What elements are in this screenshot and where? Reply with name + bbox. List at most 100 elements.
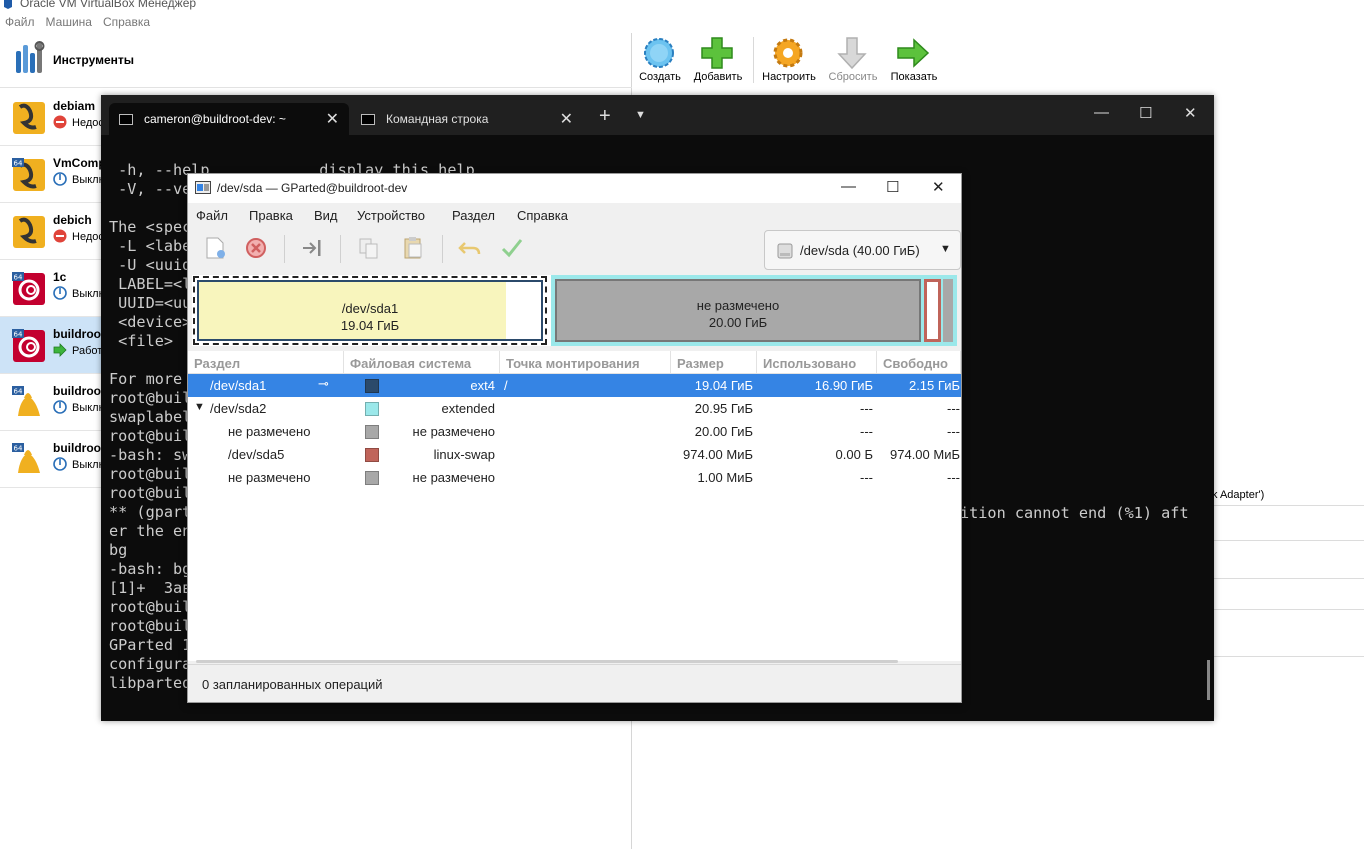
cell-size: 19.04 ГиБ — [694, 378, 753, 393]
linux-os-icon: 64 — [12, 443, 45, 476]
key-icon: ⊸ — [318, 376, 329, 391]
table-row[interactable]: ▼ /dev/sda2 extended 20.95 ГиБ --- --- — [188, 397, 961, 420]
device-selector[interactable]: /dev/sda (40.00 ГиБ) ▼ — [764, 230, 961, 270]
expander-icon[interactable]: ▼ — [194, 401, 205, 413]
partition-map-extended[interactable]: не размечено 20.00 ГиБ — [551, 275, 957, 346]
vm-name: buildroot — [53, 441, 105, 455]
svg-text:64: 64 — [14, 445, 23, 453]
menu-partition[interactable]: Раздел — [452, 208, 495, 223]
column-header-free[interactable]: Свободно — [877, 351, 961, 374]
cell-free: --- — [947, 424, 960, 439]
create-button[interactable]: Создать — [630, 33, 690, 88]
new-tab-icon[interactable]: + — [599, 105, 611, 128]
terminal-scrollbar[interactable] — [1207, 660, 1210, 700]
toolbar-separator — [340, 235, 341, 263]
show-arrow-icon — [897, 38, 930, 68]
console-icon — [361, 114, 375, 125]
reset-arrow-icon — [837, 37, 867, 70]
new-partition-icon[interactable] — [202, 235, 228, 261]
debian-os-icon — [13, 102, 45, 134]
horizontal-scrollbar[interactable] — [196, 660, 898, 663]
chevron-down-icon[interactable]: ▼ — [635, 109, 646, 121]
menu-view[interactable]: Вид — [314, 208, 338, 223]
paste-icon[interactable] — [400, 235, 426, 261]
filesystem-color-swatch — [365, 471, 379, 485]
table-row[interactable]: /dev/sda5 linux-swap 974.00 МиБ 0.00 Б 974.0… — [188, 443, 961, 466]
maximize-icon[interactable]: ☐ — [1139, 104, 1152, 122]
svg-text:64: 64 — [14, 331, 23, 339]
column-header-used[interactable]: Использовано — [757, 351, 877, 374]
vb-menu-machine[interactable]: Машина — [41, 13, 98, 33]
terminal-tab-cmd[interactable]: Командная строка ✕ — [351, 103, 583, 135]
svg-text:64: 64 — [14, 274, 23, 282]
powered-off-state-icon — [53, 286, 67, 300]
status-bar: 0 запланированных операций — [188, 664, 961, 702]
vm-name: buildroot — [53, 384, 105, 398]
vb-menu-help[interactable]: Справка — [98, 13, 156, 33]
svg-text:64: 64 — [14, 388, 23, 396]
close-tab-icon[interactable]: ✕ — [560, 109, 573, 129]
partition-map-sda1[interactable]: /dev/sda1 19.04 ГиБ — [193, 276, 547, 345]
powered-off-state-icon — [53, 457, 67, 471]
svg-text:64: 64 — [14, 160, 23, 168]
cell-filesystem: linux-swap — [433, 447, 495, 462]
menu-device[interactable]: Устройство — [357, 208, 425, 223]
terminal-output-right: ition cannot end (%1) aft — [960, 504, 1189, 522]
delete-partition-icon[interactable] — [243, 235, 269, 261]
add-button[interactable]: Добавить — [688, 33, 748, 88]
close-window-icon[interactable]: ✕ — [932, 178, 945, 196]
terminal-tab-ssh[interactable]: cameron@buildroot-dev: ~ ✕ — [109, 103, 349, 135]
table-row[interactable]: не размечено не размечено 20.00 ГиБ --- --- — [188, 420, 961, 443]
device-selector-label: /dev/sda (40.00 ГиБ) — [800, 243, 920, 258]
gparted-menu-bar: Файл Правка Вид Устройство Раздел Справк… — [188, 203, 961, 227]
cell-partition: /dev/sda2 — [210, 401, 267, 416]
filesystem-color-swatch — [365, 448, 379, 462]
vm-name: debich — [53, 213, 92, 227]
undo-icon[interactable] — [457, 235, 483, 261]
show-button[interactable]: Показать — [884, 33, 944, 88]
debian-swirl-os-icon: 64 — [12, 272, 45, 305]
close-tab-icon[interactable]: ✕ — [326, 109, 339, 129]
menu-edit[interactable]: Правка — [249, 208, 293, 223]
debian-swirl-os-icon: 64 — [12, 329, 45, 362]
cell-free: 974.00 МиБ — [890, 447, 960, 462]
settings-button[interactable]: Настроить — [759, 33, 819, 88]
settings-gear-icon — [773, 38, 803, 68]
menu-help[interactable]: Справка — [517, 208, 568, 223]
partition-map: /dev/sda1 19.04 ГиБ не размечено 20.00 Г… — [192, 275, 957, 346]
close-window-icon[interactable]: ✕ — [1184, 104, 1197, 122]
vm-name: VmComp — [53, 156, 106, 170]
apply-check-icon[interactable] — [499, 235, 525, 261]
cell-free: 2.15 ГиБ — [908, 378, 960, 393]
table-row[interactable]: не размечено не размечено 1.00 МиБ --- --- — [188, 466, 961, 489]
cell-used: --- — [860, 424, 873, 439]
cell-free: --- — [947, 470, 960, 485]
partition-map-swap[interactable] — [924, 279, 941, 342]
column-header-filesystem[interactable]: Файловая система — [344, 351, 500, 374]
vb-menu-file[interactable]: Файл — [0, 13, 41, 33]
table-row[interactable]: /dev/sda1 ⊸ ext4 / 19.04 ГиБ 16.90 ГиБ 2.15 Ги… — [188, 374, 961, 397]
cell-partition: не размечено — [228, 424, 311, 439]
minimize-icon[interactable]: — — [841, 178, 856, 195]
cell-filesystem: не размечено — [412, 470, 495, 485]
cell-size: 20.95 ГиБ — [694, 401, 753, 416]
column-header-partition[interactable]: Раздел — [188, 351, 344, 374]
minimize-icon[interactable]: — — [1094, 104, 1109, 121]
column-header-size[interactable]: Размер — [671, 351, 757, 374]
menu-file[interactable]: Файл — [196, 208, 228, 223]
reset-button[interactable]: Сбросить — [823, 33, 883, 88]
resize-move-icon[interactable] — [299, 235, 325, 261]
column-header-mountpoint[interactable]: Точка монтирования — [500, 351, 671, 374]
tools-item[interactable]: Инструменты — [0, 33, 632, 88]
os-64-icon: 64 — [12, 158, 45, 191]
virtualbox-title: Oracle VM VirtualBox Менеджер — [20, 0, 197, 10]
inaccessible-state-icon — [53, 229, 67, 243]
partition-map-unallocated-small[interactable] — [943, 279, 953, 342]
console-icon — [119, 114, 133, 125]
partition-map-unallocated[interactable]: не размечено 20.00 ГиБ — [555, 279, 921, 342]
maximize-icon[interactable]: ☐ — [886, 178, 899, 196]
toolbar-separator — [753, 37, 754, 83]
chevron-down-icon: ▼ — [940, 243, 951, 255]
copy-icon[interactable] — [356, 235, 382, 261]
toolbar-separator — [442, 235, 443, 263]
